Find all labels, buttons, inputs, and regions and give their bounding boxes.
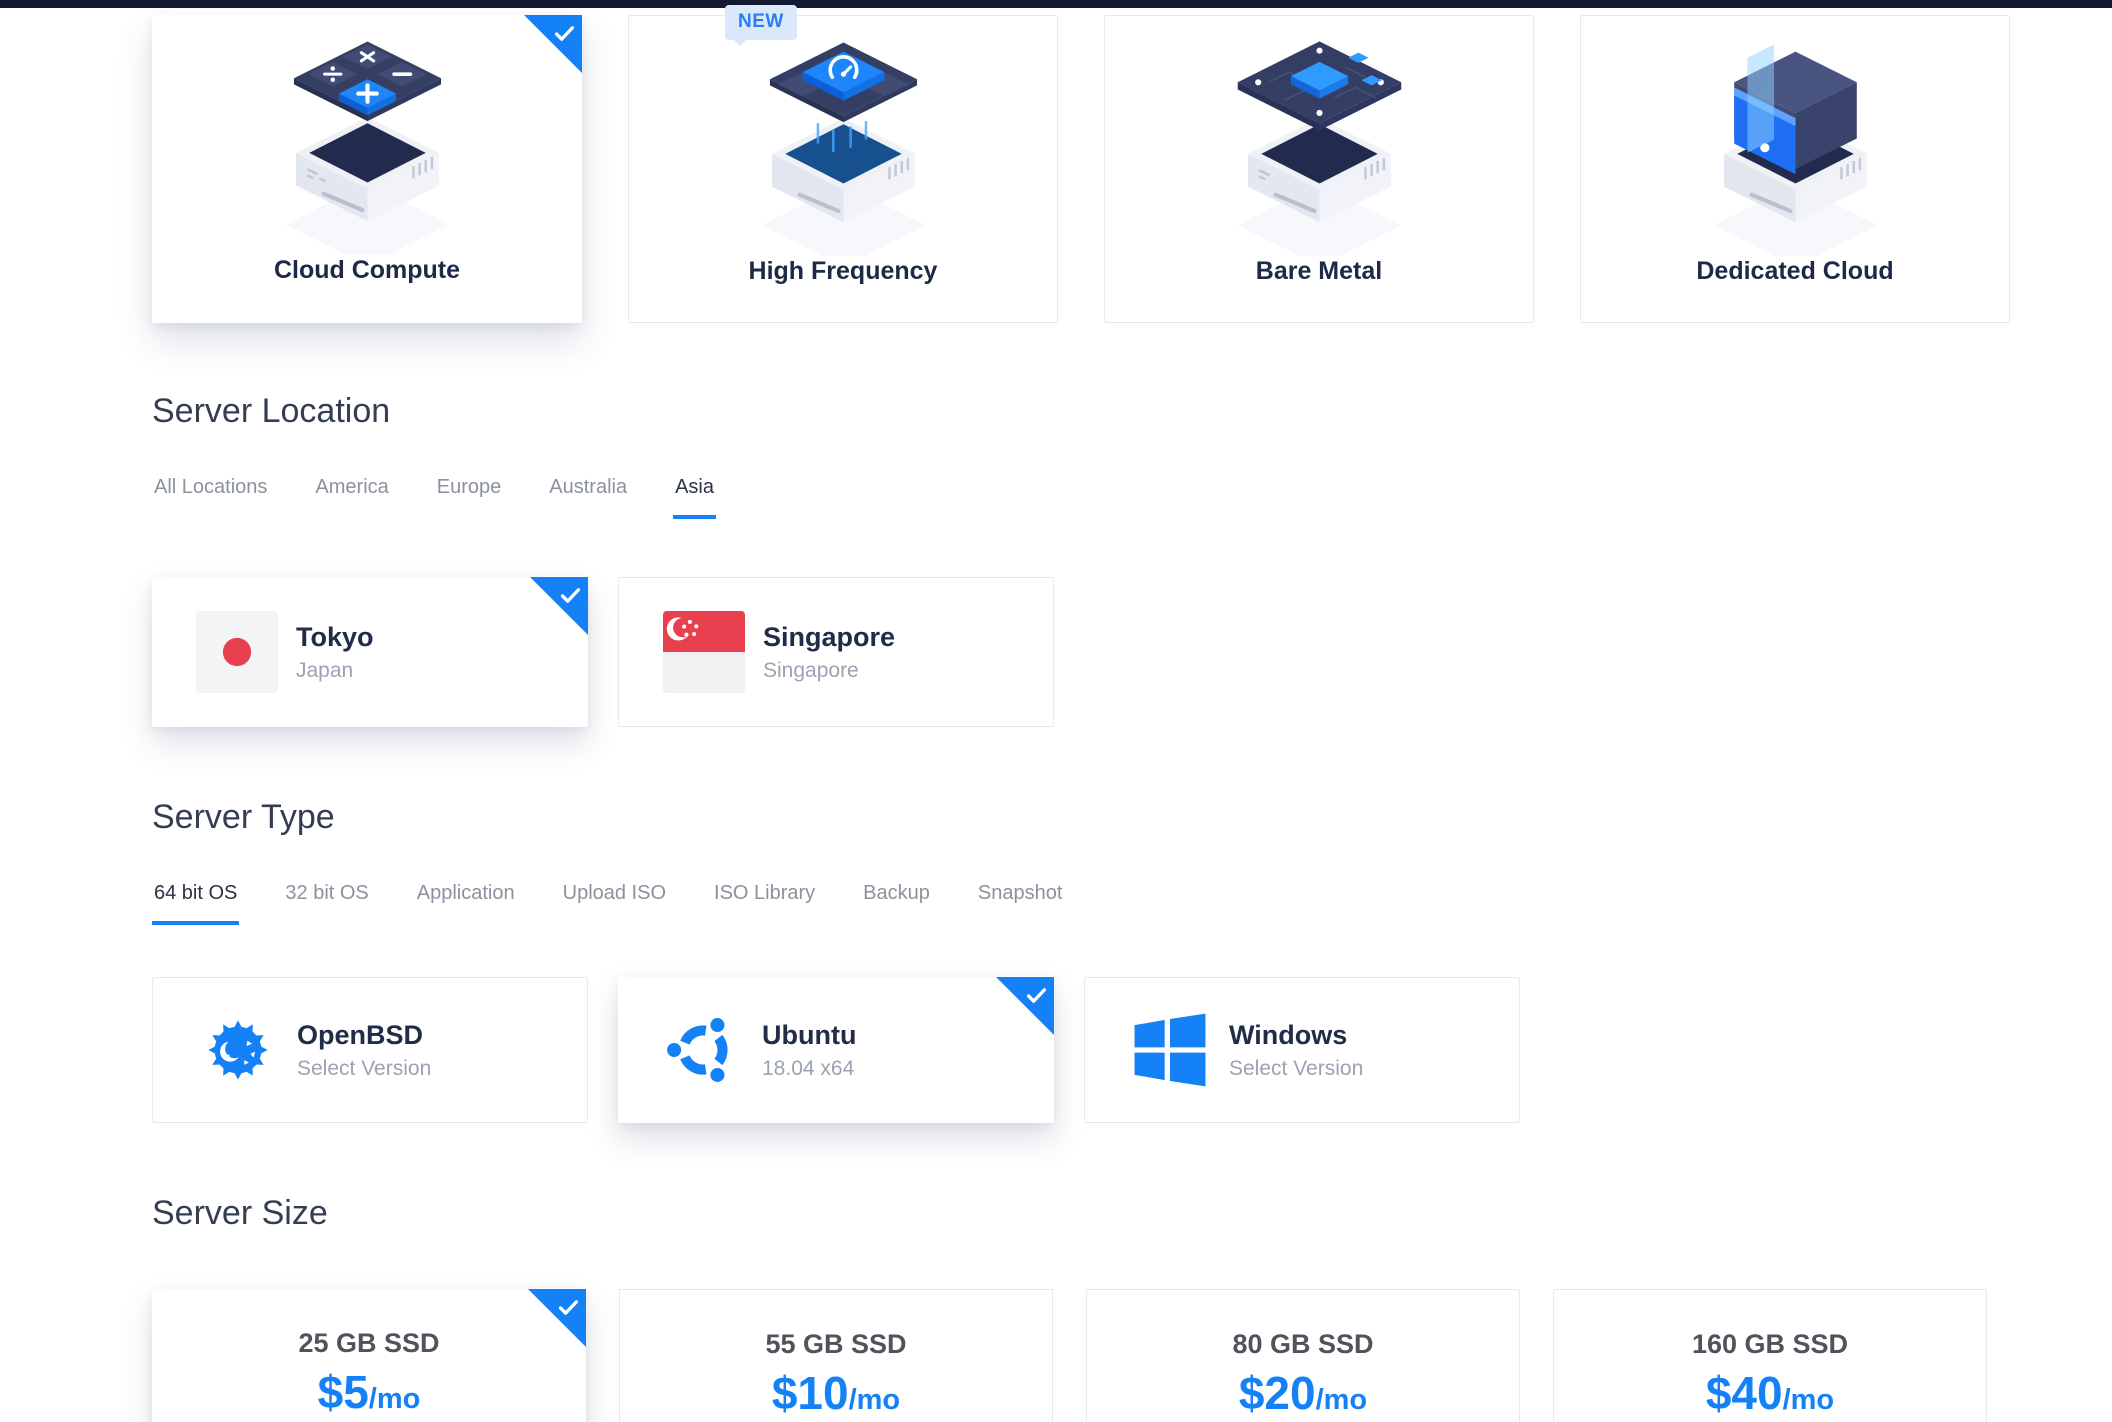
plan-label: High Frequency <box>749 256 938 286</box>
dedicated-cloud-illustration <box>1688 16 1903 256</box>
openbsd-icon <box>197 1009 279 1091</box>
price-period: /mo <box>849 1384 901 1416</box>
plan-card-cloud-compute[interactable]: Cloud Compute <box>152 15 582 323</box>
check-icon <box>555 1294 582 1321</box>
os-name: Ubuntu <box>762 1019 856 1051</box>
size-price: $5/mo <box>152 1367 586 1422</box>
size-storage: 160 GB SSD <box>1554 1328 1986 1360</box>
japan-flag-icon <box>196 611 278 693</box>
server-size-title: Server Size <box>152 1193 2012 1233</box>
price-amount: $10 <box>772 1367 849 1419</box>
selected-check-ribbon <box>530 577 588 635</box>
os-name: Windows <box>1229 1019 1363 1051</box>
os-version: Select Version <box>297 1056 431 1081</box>
size-storage: 80 GB SSD <box>1087 1328 1519 1360</box>
price-period: /mo <box>1316 1384 1368 1416</box>
location-card-singapore[interactable]: Singapore Singapore <box>618 577 1054 727</box>
plan-cards-row: Cloud Compute NEW <box>152 15 2012 323</box>
plan-label: Bare Metal <box>1256 256 1382 286</box>
tab-snapshot[interactable]: Snapshot <box>976 881 1065 925</box>
tab-america[interactable]: America <box>313 475 390 519</box>
os-card-openbsd[interactable]: OpenBSD Select Version <box>152 977 588 1123</box>
plan-card-dedicated-cloud[interactable]: Dedicated Cloud <box>1580 15 2010 323</box>
os-card-windows[interactable]: Windows Select Version <box>1084 977 1520 1123</box>
new-badge: NEW <box>725 5 797 40</box>
size-card-80gb[interactable]: 80 GB SSD $20/mo $0.030/h <box>1086 1289 1520 1422</box>
tab-europe[interactable]: Europe <box>435 475 504 519</box>
tab-all-locations[interactable]: All Locations <box>152 475 269 519</box>
os-card-ubuntu[interactable]: Ubuntu 18.04 x64 <box>618 977 1054 1123</box>
tab-backup[interactable]: Backup <box>861 881 932 925</box>
location-city: Tokyo <box>296 621 374 653</box>
check-icon <box>551 20 578 47</box>
price-amount: $5 <box>318 1366 369 1418</box>
selected-check-ribbon <box>524 15 582 73</box>
tab-application[interactable]: Application <box>415 881 517 925</box>
size-card-55gb[interactable]: 55 GB SSD $10/mo $0.015/h <box>619 1289 1053 1422</box>
size-storage: 55 GB SSD <box>620 1328 1052 1360</box>
os-cards-row: OpenBSD Select Version <box>152 977 2012 1123</box>
tab-upload-iso[interactable]: Upload ISO <box>561 881 668 925</box>
os-version: 18.04 x64 <box>762 1056 856 1081</box>
cloud-compute-illustration <box>260 15 475 255</box>
price-period: /mo <box>1783 1384 1835 1416</box>
tab-australia[interactable]: Australia <box>547 475 629 519</box>
high-frequency-illustration <box>736 16 951 256</box>
price-period: /mo <box>369 1383 421 1415</box>
plan-label: Cloud Compute <box>274 255 460 285</box>
location-country: Japan <box>296 658 374 683</box>
tab-32-bit-os[interactable]: 32 bit OS <box>283 881 370 925</box>
size-cards-row: 25 GB SSD $5/mo $0.007/h 55 GB SSD $10/m… <box>152 1289 2012 1422</box>
location-cards-row: Tokyo Japan <box>152 577 2012 727</box>
size-price: $10/mo <box>620 1368 1052 1422</box>
os-version: Select Version <box>1229 1056 1363 1081</box>
check-icon <box>557 582 584 609</box>
size-card-160gb[interactable]: 160 GB SSD $40/mo $0.060/h <box>1553 1289 1987 1422</box>
windows-icon <box>1129 1009 1211 1091</box>
server-type-title: Server Type <box>152 797 2012 837</box>
deploy-server-page: Cloud Compute NEW <box>0 0 2112 1422</box>
size-storage: 25 GB SSD <box>152 1327 586 1359</box>
location-card-tokyo[interactable]: Tokyo Japan <box>152 577 588 727</box>
plan-card-bare-metal[interactable]: Bare Metal <box>1104 15 1534 323</box>
price-amount: $40 <box>1706 1367 1783 1419</box>
tab-asia[interactable]: Asia <box>673 475 716 519</box>
check-icon <box>1023 982 1050 1009</box>
tab-64-bit-os[interactable]: 64 bit OS <box>152 881 239 925</box>
os-name: OpenBSD <box>297 1019 431 1051</box>
singapore-flag-icon <box>663 611 745 693</box>
bare-metal-illustration <box>1212 16 1427 256</box>
size-card-25gb[interactable]: 25 GB SSD $5/mo $0.007/h <box>152 1289 586 1422</box>
price-amount: $20 <box>1239 1367 1316 1419</box>
server-type-tabs: 64 bit OS 32 bit OS Application Upload I… <box>152 881 2012 925</box>
location-city: Singapore <box>763 621 895 653</box>
server-location-title: Server Location <box>152 391 2012 431</box>
size-price: $40/mo <box>1554 1368 1986 1422</box>
plan-label: Dedicated Cloud <box>1696 256 1893 286</box>
location-tabs: All Locations America Europe Australia A… <box>152 475 2012 519</box>
top-navigation-bar <box>0 0 2112 8</box>
ubuntu-icon <box>662 1009 744 1091</box>
plan-card-high-frequency[interactable]: NEW <box>628 15 1058 323</box>
size-price: $20/mo <box>1087 1368 1519 1422</box>
tab-iso-library[interactable]: ISO Library <box>712 881 817 925</box>
selected-check-ribbon <box>996 977 1054 1035</box>
location-country: Singapore <box>763 658 895 683</box>
